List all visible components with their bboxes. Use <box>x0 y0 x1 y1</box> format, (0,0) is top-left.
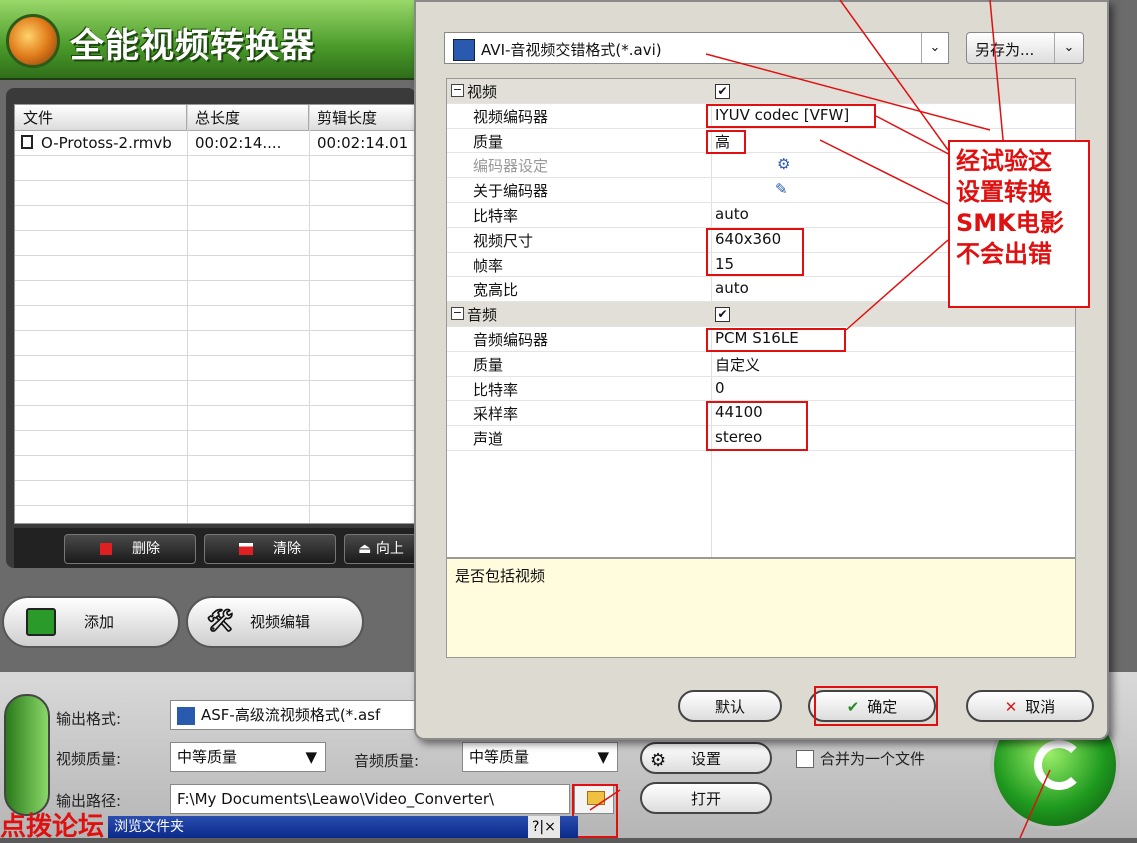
annotation-line <box>705 53 991 131</box>
annotation-note: 经试验这 设置转换 SMK电影 不会出错 <box>948 140 1090 308</box>
dialog-controls[interactable]: ?|× <box>528 816 560 838</box>
annotation-lines <box>589 0 1051 838</box>
browse-folder-dialog-titlebar[interactable]: 浏览文件夹 ?|× <box>108 816 578 838</box>
annotation-line <box>839 0 949 151</box>
annotation-line <box>819 139 961 211</box>
annotation-line <box>989 0 1005 151</box>
watermark: 点拨论坛 <box>0 812 105 842</box>
annotation-line <box>845 239 949 331</box>
annotation-line <box>1019 769 1051 838</box>
annotation-line <box>589 789 621 811</box>
